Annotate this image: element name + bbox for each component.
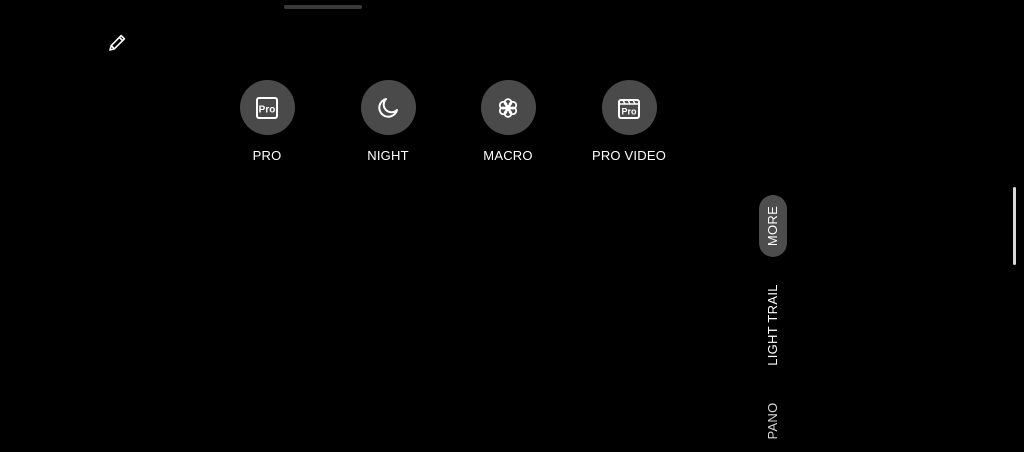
- flower-icon: [498, 97, 518, 118]
- pro-video-icon: Pro: [618, 98, 640, 119]
- camera-modes-screen: Pro PRO NIGHT MACRO Pro PRO VIDEO MORE L…: [0, 0, 1024, 452]
- drag-handle[interactable]: [284, 5, 362, 9]
- mode-pro-video-label: PRO VIDEO: [591, 148, 667, 163]
- side-mode-more[interactable]: MORE: [759, 195, 787, 257]
- mode-pro-label: PRO: [252, 148, 282, 163]
- mode-pro-button[interactable]: Pro: [239, 80, 295, 135]
- pencil-icon[interactable]: [106, 32, 128, 54]
- mode-pro-video[interactable]: Pro PRO VIDEO: [574, 80, 684, 163]
- pro-icon-text: Pro: [259, 104, 276, 115]
- pro-icon: Pro: [256, 96, 278, 119]
- mode-night-button[interactable]: [360, 80, 416, 135]
- scroll-indicator: [1013, 187, 1016, 265]
- mode-macro-label: MACRO: [483, 148, 533, 163]
- mode-night-label: NIGHT: [367, 148, 409, 163]
- moon-icon: [378, 97, 398, 118]
- mode-night[interactable]: NIGHT: [333, 80, 443, 163]
- mode-macro-button[interactable]: [480, 80, 536, 135]
- side-mode-light-trail[interactable]: LIGHT TRAIL: [764, 274, 782, 376]
- mode-macro[interactable]: MACRO: [453, 80, 563, 163]
- side-mode-pano[interactable]: PANO: [764, 396, 782, 446]
- mode-pro-video-button[interactable]: Pro: [601, 80, 657, 135]
- pro-video-icon-text: Pro: [621, 106, 637, 116]
- mode-pro[interactable]: Pro PRO: [212, 80, 322, 163]
